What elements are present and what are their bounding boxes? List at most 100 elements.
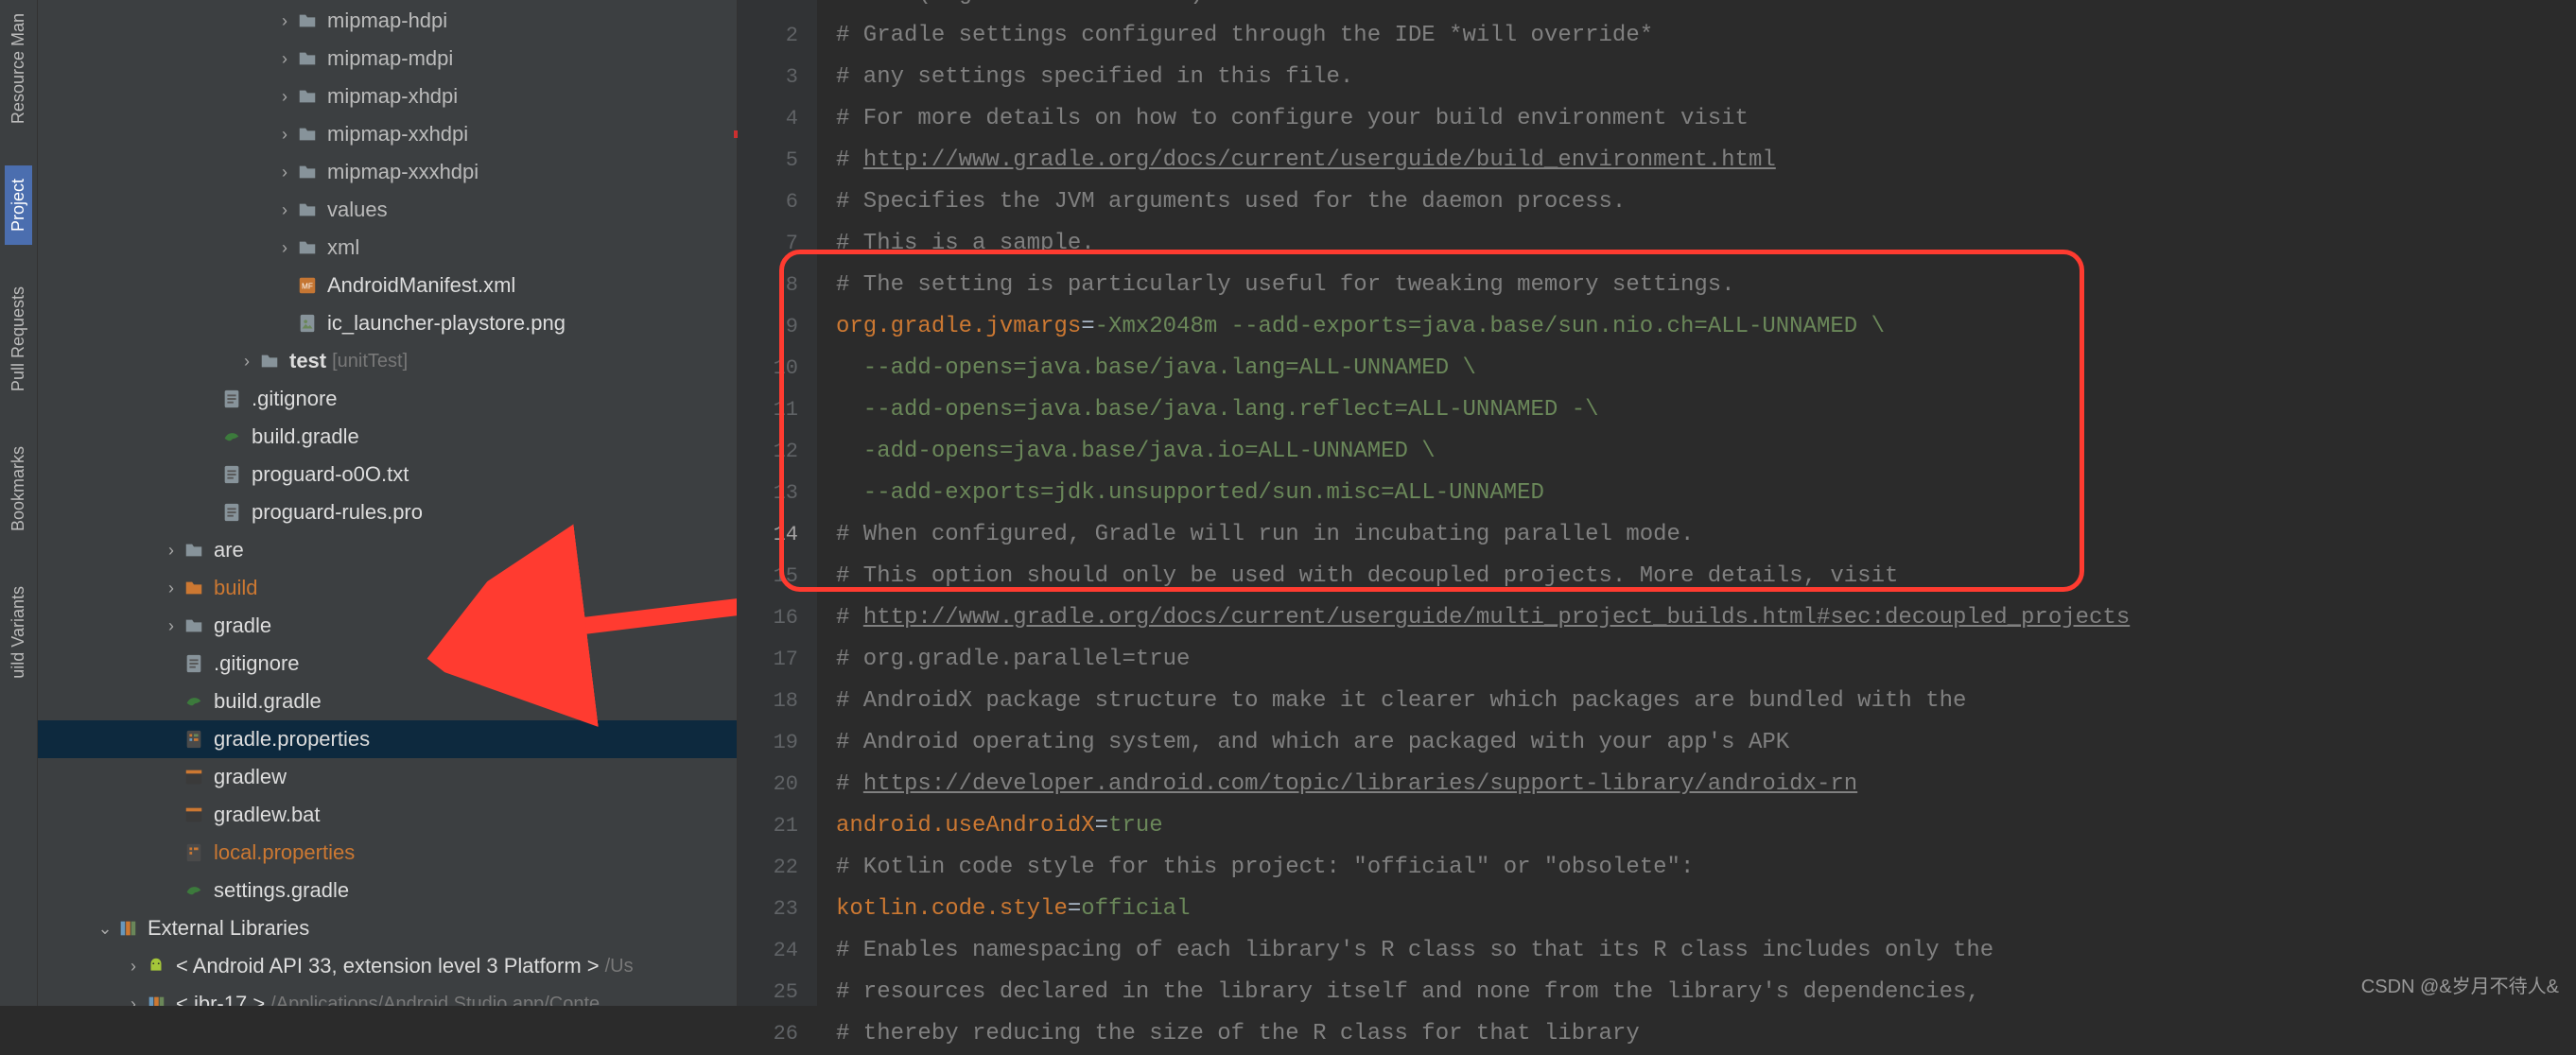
line-number: 1: [738, 0, 798, 15]
tree-row[interactable]: ic_launcher-playstore.png: [38, 304, 737, 342]
tree-item-hint: [unitTest]: [332, 351, 408, 372]
line-number: 20: [738, 764, 798, 805]
expand-arrow-icon[interactable]: ›: [274, 125, 295, 145]
expand-arrow-icon[interactable]: ›: [161, 616, 182, 636]
code-line[interactable]: # Gradle settings configured through the…: [836, 15, 2576, 57]
tree-row[interactable]: ›values: [38, 191, 737, 229]
code-line[interactable]: # resources declared in the library itse…: [836, 972, 2576, 1013]
tree-item-label: < Android API 33, extension level 3 Plat…: [176, 954, 600, 978]
code-line[interactable]: # http://www.gradle.org/docs/current/use…: [836, 140, 2576, 182]
tree-row[interactable]: ›xml: [38, 229, 737, 267]
line-number: 26: [738, 1013, 798, 1055]
expand-arrow-icon[interactable]: ›: [274, 49, 295, 69]
rail-build-variants[interactable]: uild Variants: [9, 573, 28, 692]
code-line[interactable]: # When configured, Gradle will run in in…: [836, 514, 2576, 556]
code-area[interactable]: # IDE (e.g. Android Studio) users:# Grad…: [817, 0, 2576, 1006]
code-line[interactable]: # thereby reducing the size of the R cla…: [836, 1013, 2576, 1055]
code-line[interactable]: # https://developer.android.com/topic/li…: [836, 764, 2576, 805]
expand-arrow-icon[interactable]: ⌄: [95, 919, 115, 939]
expand-arrow-icon[interactable]: ›: [274, 11, 295, 31]
expand-arrow-icon[interactable]: ›: [123, 957, 144, 977]
code-line[interactable]: # This option should only be used with d…: [836, 556, 2576, 597]
expand-arrow-icon[interactable]: ›: [274, 163, 295, 182]
code-line[interactable]: # This is a sample.: [836, 223, 2576, 265]
tree-row[interactable]: build.gradle: [38, 418, 737, 456]
line-number-gutter: 1234567891011121314151617181920212223242…: [738, 0, 817, 1006]
code-line[interactable]: org.gradle.jvmargs=-Xmx2048m --add-expor…: [836, 306, 2576, 348]
tree-row[interactable]: build.gradle: [38, 683, 737, 720]
txt-icon: [219, 387, 244, 411]
tree-row[interactable]: proguard-rules.pro: [38, 493, 737, 531]
code-line[interactable]: -add-opens=java.base/java.io=ALL-UNNAMED…: [836, 431, 2576, 473]
code-line[interactable]: # The setting is particularly useful for…: [836, 265, 2576, 306]
code-line[interactable]: # http://www.gradle.org/docs/current/use…: [836, 597, 2576, 639]
code-line[interactable]: # Android operating system, and which ar…: [836, 722, 2576, 764]
tree-row[interactable]: ›< ibr-17 > /Applications/Android Studio…: [38, 985, 737, 1006]
tree-row[interactable]: gradlew.bat: [38, 796, 737, 834]
txt-icon: [219, 500, 244, 525]
gradle-icon: [182, 689, 206, 714]
tree-row[interactable]: gradlew: [38, 758, 737, 796]
code-editor[interactable]: 1234567891011121314151617181920212223242…: [738, 0, 2576, 1006]
tree-row[interactable]: ›mipmap-mdpi: [38, 40, 737, 78]
code-line[interactable]: # For more details on how to configure y…: [836, 98, 2576, 140]
rail-resource-manager[interactable]: Resource Man: [9, 0, 28, 137]
code-line[interactable]: # Kotlin code style for this project: "o…: [836, 847, 2576, 889]
rail-pull-requests[interactable]: Pull Requests: [9, 273, 28, 405]
tree-row[interactable]: settings.gradle: [38, 872, 737, 909]
tree-row[interactable]: ›mipmap-xxxhdpi: [38, 153, 737, 191]
tree-row[interactable]: .gitignore: [38, 645, 737, 683]
tree-row[interactable]: .gitignore: [38, 380, 737, 418]
line-number: 22: [738, 847, 798, 889]
xml-icon: MF: [295, 273, 320, 298]
gradle-icon: [182, 878, 206, 903]
rail-bookmarks[interactable]: Bookmarks: [9, 433, 28, 545]
expand-arrow-icon[interactable]: ›: [236, 352, 257, 372]
code-line[interactable]: # Specifies the JVM arguments used for t…: [836, 182, 2576, 223]
tree-row[interactable]: ⌄ External Libraries: [38, 909, 737, 947]
line-number: 18: [738, 681, 798, 722]
tree-row[interactable]: ›test[unitTest]: [38, 342, 737, 380]
code-line[interactable]: --add-opens=java.base/java.lang=ALL-UNNA…: [836, 348, 2576, 389]
lib-icon: [144, 992, 168, 1006]
expand-arrow-icon[interactable]: ›: [161, 541, 182, 561]
line-number: 19: [738, 722, 798, 764]
txt-icon: [182, 651, 206, 676]
expand-arrow-icon[interactable]: ›: [161, 579, 182, 598]
tree-row[interactable]: › mipmap-xxhdpi: [38, 115, 737, 153]
expand-arrow-icon[interactable]: ›: [123, 994, 144, 1007]
gradle-icon: [219, 424, 244, 449]
tree-row[interactable]: MFAndroidManifest.xml: [38, 267, 737, 304]
line-number: 3: [738, 57, 798, 98]
expand-arrow-icon[interactable]: ›: [274, 87, 295, 107]
code-line[interactable]: # any settings specified in this file.: [836, 57, 2576, 98]
tree-row[interactable]: ›mipmap-hdpi: [38, 2, 737, 40]
code-line[interactable]: # AndroidX package structure to make it …: [836, 681, 2576, 722]
code-line[interactable]: android.useAndroidX=true: [836, 805, 2576, 847]
expand-arrow-icon[interactable]: ›: [274, 200, 295, 220]
txt-icon: [219, 462, 244, 487]
rail-project[interactable]: Project: [5, 165, 32, 245]
tree-row[interactable]: ›gradle: [38, 607, 737, 645]
tree-item-label: ic_launcher-playstore.png: [327, 311, 566, 336]
code-line[interactable]: --add-exports=jdk.unsupported/sun.misc=A…: [836, 473, 2576, 514]
tree-row[interactable]: ›build: [38, 569, 737, 607]
code-line[interactable]: # Enables namespacing of each library's …: [836, 930, 2576, 972]
code-line[interactable]: kotlin.code.style=official: [836, 889, 2576, 930]
line-number: 12: [738, 431, 798, 473]
tree-row[interactable]: gradle.properties: [38, 720, 737, 758]
tree-item-label: build.gradle: [252, 424, 359, 449]
tree-row[interactable]: ›mipmap-xhdpi: [38, 78, 737, 115]
tree-row[interactable]: local.properties: [38, 834, 737, 872]
tree-row[interactable]: ›are: [38, 531, 737, 569]
code-line[interactable]: # org.gradle.parallel=true: [836, 639, 2576, 681]
tree-row[interactable]: proguard-o0O.txt: [38, 456, 737, 493]
expand-arrow-icon[interactable]: ›: [274, 238, 295, 258]
tree-row[interactable]: › < Android API 33, extension level 3 Pla…: [38, 947, 737, 985]
line-number: 8: [738, 265, 798, 306]
code-line[interactable]: --add-opens=java.base/java.lang.reflect=…: [836, 389, 2576, 431]
code-line[interactable]: # IDE (e.g. Android Studio) users:: [836, 0, 2576, 15]
tree-item-label: External Libraries: [148, 916, 309, 941]
tree-item-label: proguard-o0O.txt: [252, 462, 409, 487]
tree-item-label: mipmap-xxhdpi: [327, 122, 468, 147]
